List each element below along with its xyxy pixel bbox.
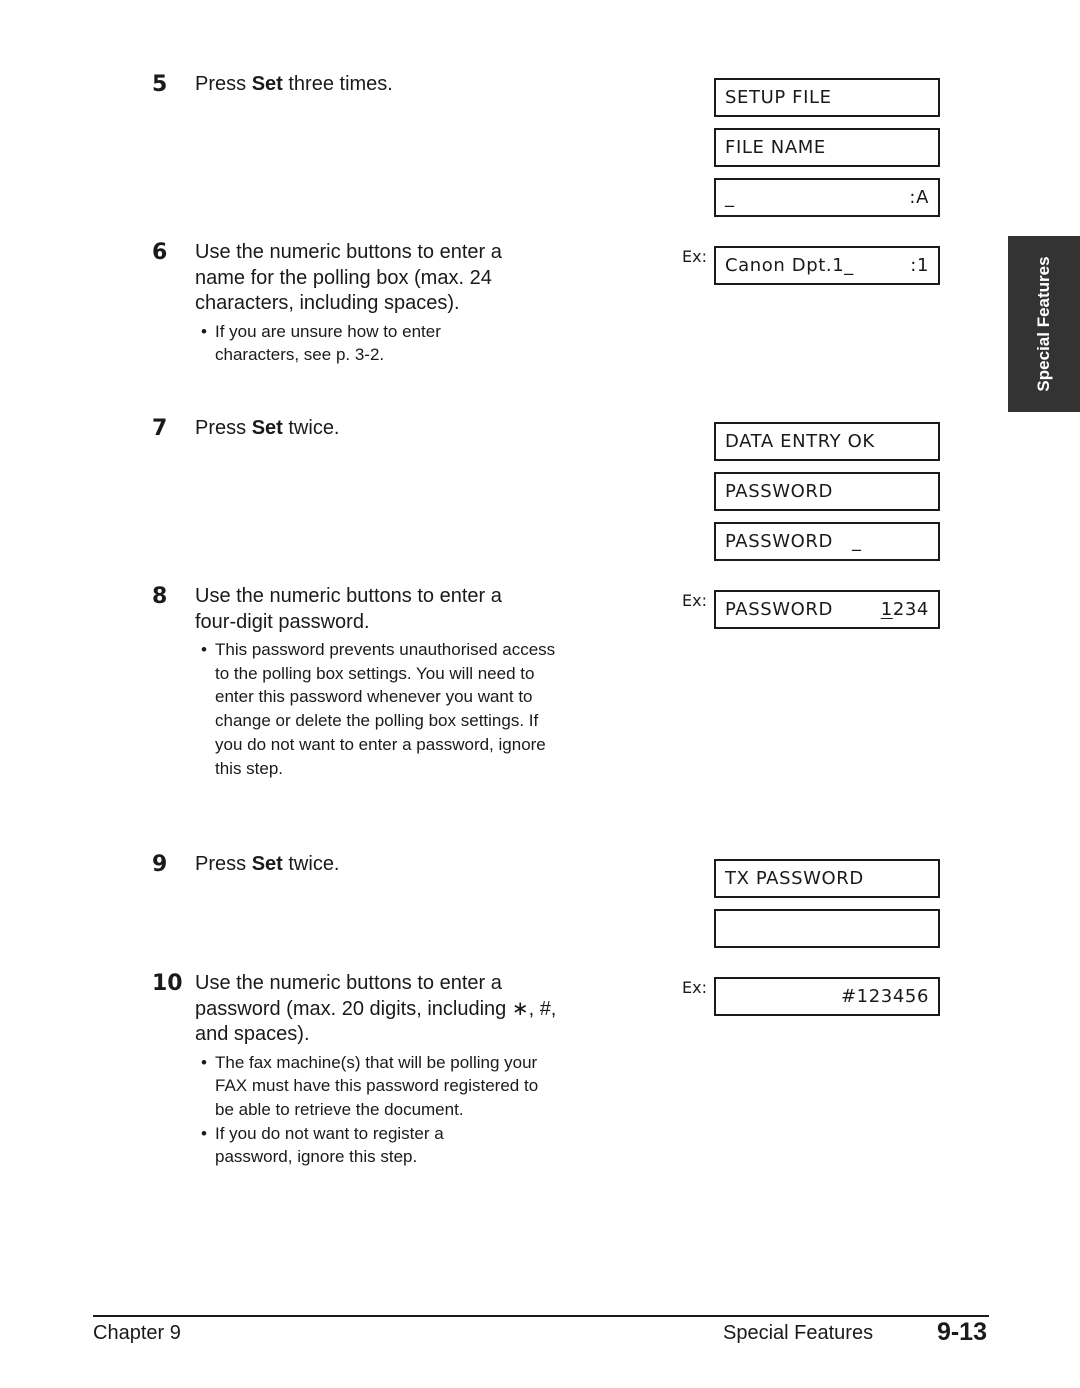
step-10: 10 Use the numeric buttons to enter a pa… [152,971,572,1169]
lcd-digits: 234 [892,599,929,620]
button-name: Set [251,73,283,95]
lcd-text: #123456 [841,986,929,1007]
footer-divider [93,1315,989,1317]
button-name: Set [251,853,283,875]
text: Use the numeric buttons to enter a four-… [195,585,502,633]
step-instruction: Use the numeric buttons to enter a passw… [195,971,572,1169]
footer-chapter: Chapter 9 [93,1322,181,1344]
lcd-display-password-example: PASSWORD 1234 [714,590,940,629]
lcd-cursor-digit: 1 [880,599,893,620]
footer-section: Special Features [723,1322,874,1344]
lcd-display-setup-file: SETUP FILE [714,78,940,117]
lcd-display-password: PASSWORD [714,472,940,511]
lcd-text: SETUP FILE [725,87,832,108]
bullet-item: The fax machine(s) that will be polling … [201,1051,550,1122]
step-instruction: Use the numeric buttons to enter a name … [195,240,572,367]
step-instruction: Press Set three times. [195,72,572,98]
step-number: 10 [152,971,183,996]
example-label: Ex: [682,247,707,266]
lcd-text: DATA ENTRY OK [725,431,875,452]
bullet-item: If you do not want to register a passwor… [201,1122,490,1169]
lcd-text: FILE NAME [725,137,826,158]
lcd-cursor: _ [725,187,735,208]
bullet-item: If you are unsure how to enter character… [201,320,490,367]
lcd-display-name-example: Canon Dpt.1_ :1 [714,246,940,285]
button-name: Set [251,417,283,439]
step-number: 8 [152,584,168,609]
text: Use the numeric buttons to enter a name … [195,241,502,314]
step-number: 7 [152,416,168,441]
lcd-display-file-name: FILE NAME [714,128,940,167]
step-number: 9 [152,852,168,877]
lcd-text: TX PASSWORD [725,868,864,889]
step-6: 6 Use the numeric buttons to enter a nam… [152,240,572,367]
bullet-list: The fax machine(s) that will be polling … [195,1051,572,1170]
section-tab: Special Features [1008,236,1080,412]
bullet-list: If you are unsure how to enter character… [195,320,572,367]
step-instruction: Use the numeric buttons to enter a four-… [195,584,572,780]
lcd-text: PASSWORD [725,599,834,620]
text: twice. [282,417,340,439]
lcd-display-tx-password-example: #123456 [714,977,940,1016]
lcd-text: Canon Dpt.1_ [725,255,854,276]
step-8: 8 Use the numeric buttons to enter a fou… [152,584,572,780]
lcd-text: PASSWORD [725,481,834,502]
step-instruction: Press Set twice. [195,852,572,878]
step-instruction: Press Set twice. [195,416,572,442]
example-label: Ex: [682,591,707,610]
example-label: Ex: [682,978,707,997]
text: Press [195,73,252,95]
bullet-item: This password prevents unauthorised acce… [201,638,560,780]
page-number: 9-13 [936,1318,987,1346]
step-7: 7 Press Set twice. [152,416,572,442]
text: Press [195,417,252,439]
text: twice. [282,853,340,875]
lcd-display-name-entry: _ :A [714,178,940,217]
step-5: 5 Press Set three times. [152,72,572,98]
text: Use the numeric buttons to enter a passw… [195,972,557,1045]
text: Press [195,853,252,875]
section-tab-label: Special Features [1034,256,1053,392]
lcd-value: 1234 [881,592,929,627]
step-number: 5 [152,72,168,97]
lcd-display-tx-password: TX PASSWORD [714,859,940,898]
step-number: 6 [152,240,168,265]
lcd-display-blank [714,909,940,948]
lcd-mode-indicator: :A [909,187,929,208]
text: three times. [282,73,393,95]
lcd-text: PASSWORD _ [725,531,862,552]
lcd-display-password-entry: PASSWORD _ [714,522,940,561]
lcd-display-data-entry-ok: DATA ENTRY OK [714,422,940,461]
bullet-list: This password prevents unauthorised acce… [195,638,572,780]
lcd-mode-indicator: :1 [910,255,929,276]
step-9: 9 Press Set twice. [152,852,572,878]
